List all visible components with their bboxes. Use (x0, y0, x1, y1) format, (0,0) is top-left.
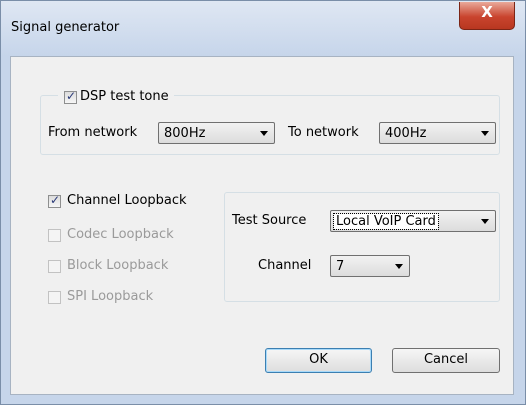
channel-loopback-checkbox[interactable]: ✓ (48, 193, 61, 208)
dsp-test-tone-label: DSP test tone (80, 89, 169, 104)
close-button[interactable]: X (459, 2, 515, 30)
from-network-value: 800Hz (164, 126, 206, 141)
checkmark-icon: ✓ (66, 89, 77, 103)
from-network-select[interactable]: 800Hz (158, 122, 275, 144)
channel-loopback-label: Channel Loopback (67, 193, 187, 208)
channel-value: 7 (336, 259, 345, 274)
block-loopback-checkbox[interactable] (48, 260, 61, 273)
test-source-label: Test Source (232, 213, 307, 228)
codec-loopback-label: Codec Loopback (67, 227, 174, 242)
codec-loopback-checkbox[interactable] (48, 229, 61, 242)
close-icon: X (481, 3, 493, 21)
spi-loopback-checkbox[interactable] (48, 291, 61, 304)
from-network-label: From network (48, 125, 138, 140)
window-title: Signal generator (11, 20, 120, 35)
frame-bottom (0, 395, 526, 405)
test-source-select[interactable]: Local VoIP Card (330, 210, 496, 232)
block-loopback-label: Block Loopback (67, 258, 169, 273)
dsp-test-tone-checkbox[interactable]: ✓ (64, 89, 77, 104)
ok-button[interactable]: OK (265, 348, 372, 373)
channel-label: Channel (258, 258, 312, 273)
spi-loopback-label: SPI Loopback (67, 289, 154, 304)
chevron-down-icon (481, 131, 489, 136)
chevron-down-icon (395, 264, 403, 269)
to-network-value: 400Hz (385, 126, 427, 141)
chevron-down-icon (481, 219, 489, 224)
to-network-label: To network (288, 125, 359, 140)
chevron-down-icon (260, 131, 268, 136)
frame-right (514, 56, 526, 405)
cancel-button[interactable]: Cancel (392, 348, 500, 373)
channel-select[interactable]: 7 (330, 255, 410, 277)
frame-left (0, 56, 10, 405)
title-bar: Signal generator X (0, 0, 526, 56)
test-source-group (224, 192, 500, 302)
signal-generator-dialog: Signal generator X ✓ DSP test tone From … (0, 0, 526, 405)
checkmark-icon: ✓ (50, 193, 61, 207)
to-network-select[interactable]: 400Hz (379, 122, 496, 144)
test-source-value: Local VoIP Card (333, 213, 439, 230)
